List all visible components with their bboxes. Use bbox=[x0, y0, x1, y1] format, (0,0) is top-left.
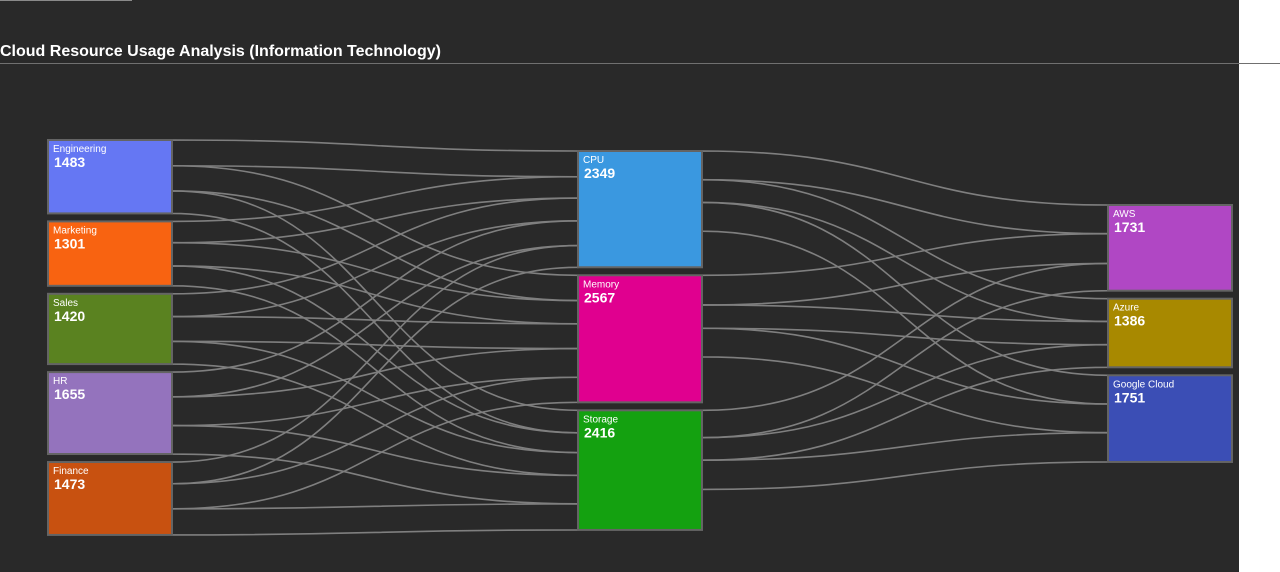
sankey-chart: Engineering1483Marketing1301Sales1420HR1… bbox=[47, 139, 1233, 536]
node-finance[interactable]: Finance1473 bbox=[47, 461, 173, 536]
node-hr[interactable]: HR1655 bbox=[47, 371, 173, 456]
node-google-cloud[interactable]: Google Cloud1751 bbox=[1107, 374, 1233, 463]
link-hr-to-storage[interactable] bbox=[171, 424, 579, 505]
node-value-aws: 1731 bbox=[1114, 219, 1145, 235]
node-storage[interactable]: Storage2416 bbox=[577, 409, 703, 531]
link-cpu-to-aws[interactable] bbox=[701, 150, 1109, 235]
link-engineering-to-memory[interactable] bbox=[171, 164, 579, 302]
node-value-storage: 2416 bbox=[584, 424, 615, 440]
link-storage-to-google-cloud[interactable] bbox=[701, 431, 1109, 491]
node-value-hr: 1655 bbox=[54, 386, 85, 402]
link-storage-to-azure[interactable] bbox=[701, 343, 1109, 461]
node-cpu[interactable]: CPU2349 bbox=[577, 150, 703, 269]
node-azure[interactable]: Azure1386 bbox=[1107, 297, 1233, 369]
node-value-cpu: 2349 bbox=[584, 165, 615, 181]
node-marketing[interactable]: Marketing1301 bbox=[47, 220, 173, 287]
node-sales[interactable]: Sales1420 bbox=[47, 292, 173, 366]
link-marketing-to-memory[interactable] bbox=[171, 241, 579, 325]
node-memory[interactable]: Memory2567 bbox=[577, 274, 703, 404]
node-engineering[interactable]: Engineering1483 bbox=[47, 139, 173, 215]
link-cpu-to-azure[interactable] bbox=[701, 178, 1109, 323]
node-value-azure: 1386 bbox=[1114, 313, 1145, 329]
node-value-engineering: 1483 bbox=[54, 154, 85, 170]
link-marketing-to-cpu[interactable] bbox=[171, 175, 579, 244]
link-hr-to-memory[interactable] bbox=[171, 347, 579, 427]
link-engineering-to-cpu[interactable] bbox=[171, 139, 579, 178]
sankey-nodes: Engineering1483Marketing1301Sales1420HR1… bbox=[47, 139, 1233, 536]
link-finance-to-storage[interactable] bbox=[171, 503, 579, 536]
node-value-memory: 2567 bbox=[584, 289, 615, 305]
node-value-sales: 1420 bbox=[54, 308, 85, 324]
node-value-finance: 1473 bbox=[54, 476, 85, 492]
node-value-google-cloud: 1751 bbox=[1114, 389, 1145, 405]
node-value-marketing: 1301 bbox=[54, 235, 85, 251]
node-aws[interactable]: AWS1731 bbox=[1107, 204, 1233, 292]
link-memory-to-azure[interactable] bbox=[701, 304, 1109, 346]
link-hr-to-cpu[interactable] bbox=[171, 219, 579, 398]
